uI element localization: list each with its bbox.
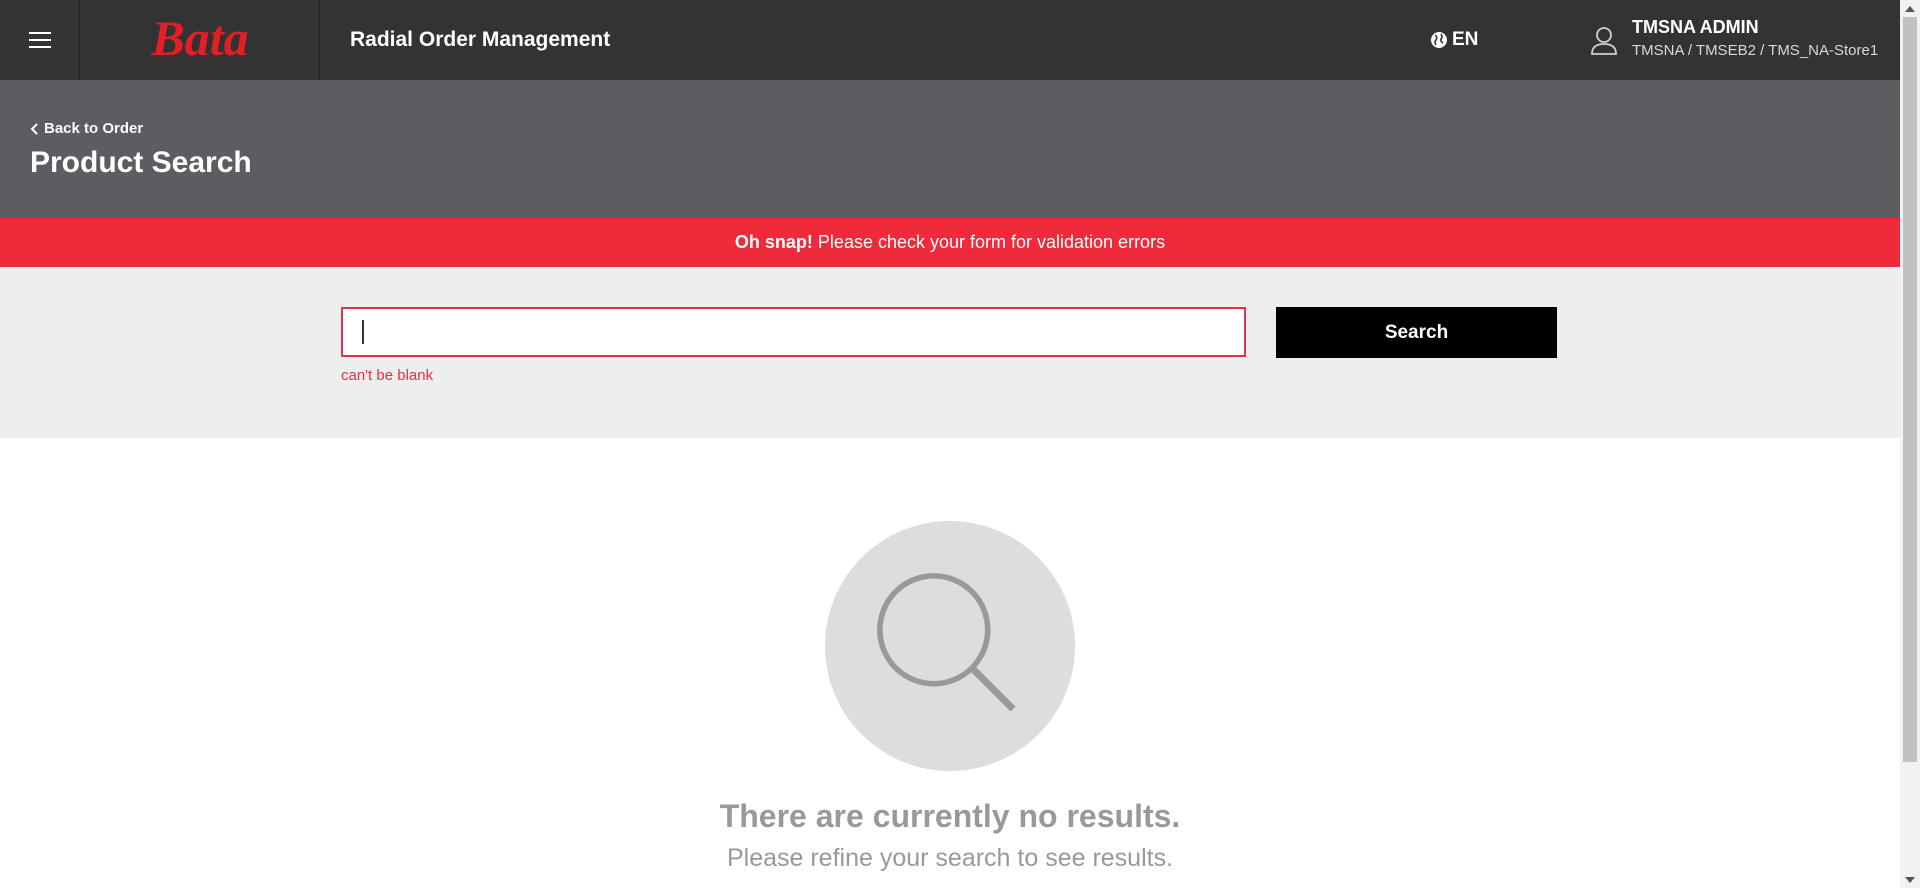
search-button[interactable]: Search: [1276, 307, 1557, 358]
search-area: can't be blank Search: [0, 267, 1900, 438]
page-title: Product Search: [30, 146, 252, 179]
empty-state-title: There are currently no results.: [719, 798, 1181, 834]
language-label: EN: [1452, 29, 1479, 50]
brand-logo[interactable]: Bata: [80, 0, 320, 80]
text-caret: [362, 320, 364, 344]
search-error: can't be blank: [341, 367, 434, 384]
language-selector[interactable]: EN: [1430, 0, 1478, 80]
svg-text:Bata: Bata: [150, 15, 248, 65]
empty-state-icon: [825, 521, 1075, 771]
globe-icon: [1431, 32, 1447, 48]
top-bar: Bata Radial Order Management EN TMSNA AD…: [0, 0, 1900, 80]
alert-message: Please check your form for validation er…: [817, 232, 1166, 252]
page: Bata Radial Order Management EN TMSNA AD…: [0, 0, 1920, 888]
alert-strong: Oh snap!: [734, 232, 813, 252]
scroll-up-arrow-icon: [1905, 5, 1915, 12]
search-input[interactable]: [341, 307, 1246, 357]
user-menu[interactable]: TMSNA ADMIN TMSNA / TMSEB2 / TMS_NA-Stor…: [1590, 16, 1878, 62]
scroll-down-arrow-icon: [1905, 876, 1915, 883]
magnifier-icon: [877, 573, 1016, 712]
page-header: Back to Order Product Search: [0, 80, 1900, 218]
vertical-scrollbar[interactable]: [1900, 0, 1920, 888]
scroll-up-button[interactable]: [1900, 0, 1920, 17]
validation-alert: Oh snap! Please check your form for vali…: [0, 218, 1900, 267]
scroll-thumb[interactable]: [1903, 17, 1917, 762]
menu-button[interactable]: [0, 0, 80, 80]
chevron-left-icon: [30, 122, 38, 135]
app-title: Radial Order Management: [350, 28, 611, 51]
scroll-down-button[interactable]: [1900, 871, 1920, 888]
user-icon: [1591, 27, 1617, 55]
user-location: TMSNA / TMSEB2 / TMS_NA-Store1: [1632, 42, 1879, 59]
back-to-order-link[interactable]: Back to Order: [30, 120, 143, 137]
back-label: Back to Order: [44, 120, 144, 137]
empty-state-subtitle: Please refine your search to see results…: [726, 844, 1174, 872]
hamburger-icon: [28, 32, 51, 48]
user-name: TMSNA ADMIN: [1632, 17, 1759, 37]
